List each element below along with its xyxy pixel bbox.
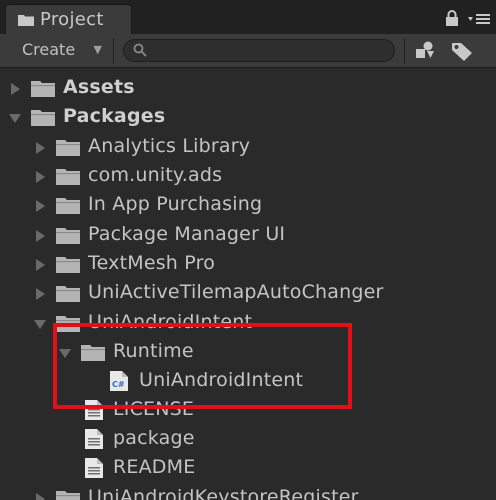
tree-item-label: Assets — [63, 76, 135, 98]
tree-item-label: UniActiveTilemapAutoChanger — [88, 281, 384, 303]
tree-item-package-manager-ui[interactable]: Package Manager UI — [0, 221, 496, 250]
project-tab[interactable]: Project — [5, 4, 132, 34]
create-dropdown[interactable]: Create ▼ — [14, 38, 106, 62]
folder-icon — [56, 228, 80, 244]
window-tab-bar: Project — [0, 0, 496, 34]
tree-item-analytics-library[interactable]: Analytics Library — [0, 133, 496, 162]
chevron-down-icon: ▼ — [93, 43, 102, 56]
tree-item-label: package — [113, 427, 195, 449]
toolbar-divider — [404, 38, 405, 64]
expand-arrow-icon[interactable] — [36, 142, 45, 154]
folder-icon — [56, 140, 80, 156]
expand-arrow-icon[interactable] — [36, 200, 45, 212]
tree-item-textmesh-pro[interactable]: TextMesh Pro — [0, 250, 496, 279]
collapse-arrow-icon[interactable] — [34, 320, 46, 329]
tree-item-package[interactable]: package — [0, 425, 496, 454]
tree-item-assets[interactable]: Assets — [0, 74, 496, 103]
search-icon — [133, 43, 147, 57]
collapse-arrow-icon[interactable] — [9, 114, 21, 123]
tree-item-label: Package Manager UI — [88, 223, 286, 245]
tab-title: Project — [40, 9, 104, 30]
tree-item-label: UniAndroidKeystoreRegister — [88, 486, 359, 500]
tree-item-label: com.unity.ads — [88, 164, 223, 186]
text-file-icon — [85, 429, 103, 449]
folder-icon — [56, 198, 80, 214]
tab-icons — [445, 10, 490, 30]
filter-by-type-icon[interactable] — [412, 40, 440, 62]
folder-icon — [56, 169, 80, 185]
search-input[interactable] — [123, 39, 395, 62]
panel-menu-icon[interactable] — [468, 12, 490, 26]
expand-arrow-icon[interactable] — [36, 288, 45, 300]
project-toolbar: Create ▼ — [0, 34, 496, 68]
tree-item-label: TextMesh Pro — [88, 252, 216, 274]
tree-item-label: In App Purchasing — [88, 193, 263, 215]
create-label: Create — [22, 40, 76, 59]
expand-arrow-icon[interactable] — [36, 259, 45, 271]
folder-icon — [56, 257, 80, 273]
folder-icon — [56, 286, 80, 302]
expand-arrow-icon[interactable] — [11, 83, 20, 95]
tree-item-uniactivetilemapautochanger[interactable]: UniActiveTilemapAutoChanger — [0, 279, 496, 308]
annotation-highlight-box — [53, 323, 352, 409]
tree-item-label: README — [113, 456, 196, 478]
folder-icon — [31, 110, 55, 126]
tree-item-packages[interactable]: Packages — [0, 103, 496, 132]
tree-item-in-app-purchasing[interactable]: In App Purchasing — [0, 191, 496, 220]
project-tree: Assets Packages Analytics Library com.un… — [0, 68, 496, 500]
folder-icon — [56, 491, 80, 500]
tag-icon[interactable] — [448, 40, 476, 62]
expand-arrow-icon[interactable] — [36, 493, 45, 500]
expand-arrow-icon[interactable] — [36, 171, 45, 183]
lock-icon[interactable] — [445, 10, 459, 26]
expand-arrow-icon[interactable] — [36, 230, 45, 242]
tree-item-label: Analytics Library — [88, 135, 251, 157]
toolbar-divider — [113, 38, 114, 64]
tree-item-readme[interactable]: README — [0, 454, 496, 483]
tree-item-uniandroidkeystoreregister[interactable]: UniAndroidKeystoreRegister — [0, 484, 496, 500]
folder-icon — [31, 81, 55, 97]
tree-item-com-unity-ads[interactable]: com.unity.ads — [0, 162, 496, 191]
folder-icon — [18, 15, 34, 26]
tree-item-label: Packages — [63, 105, 166, 127]
text-file-icon — [85, 458, 103, 478]
